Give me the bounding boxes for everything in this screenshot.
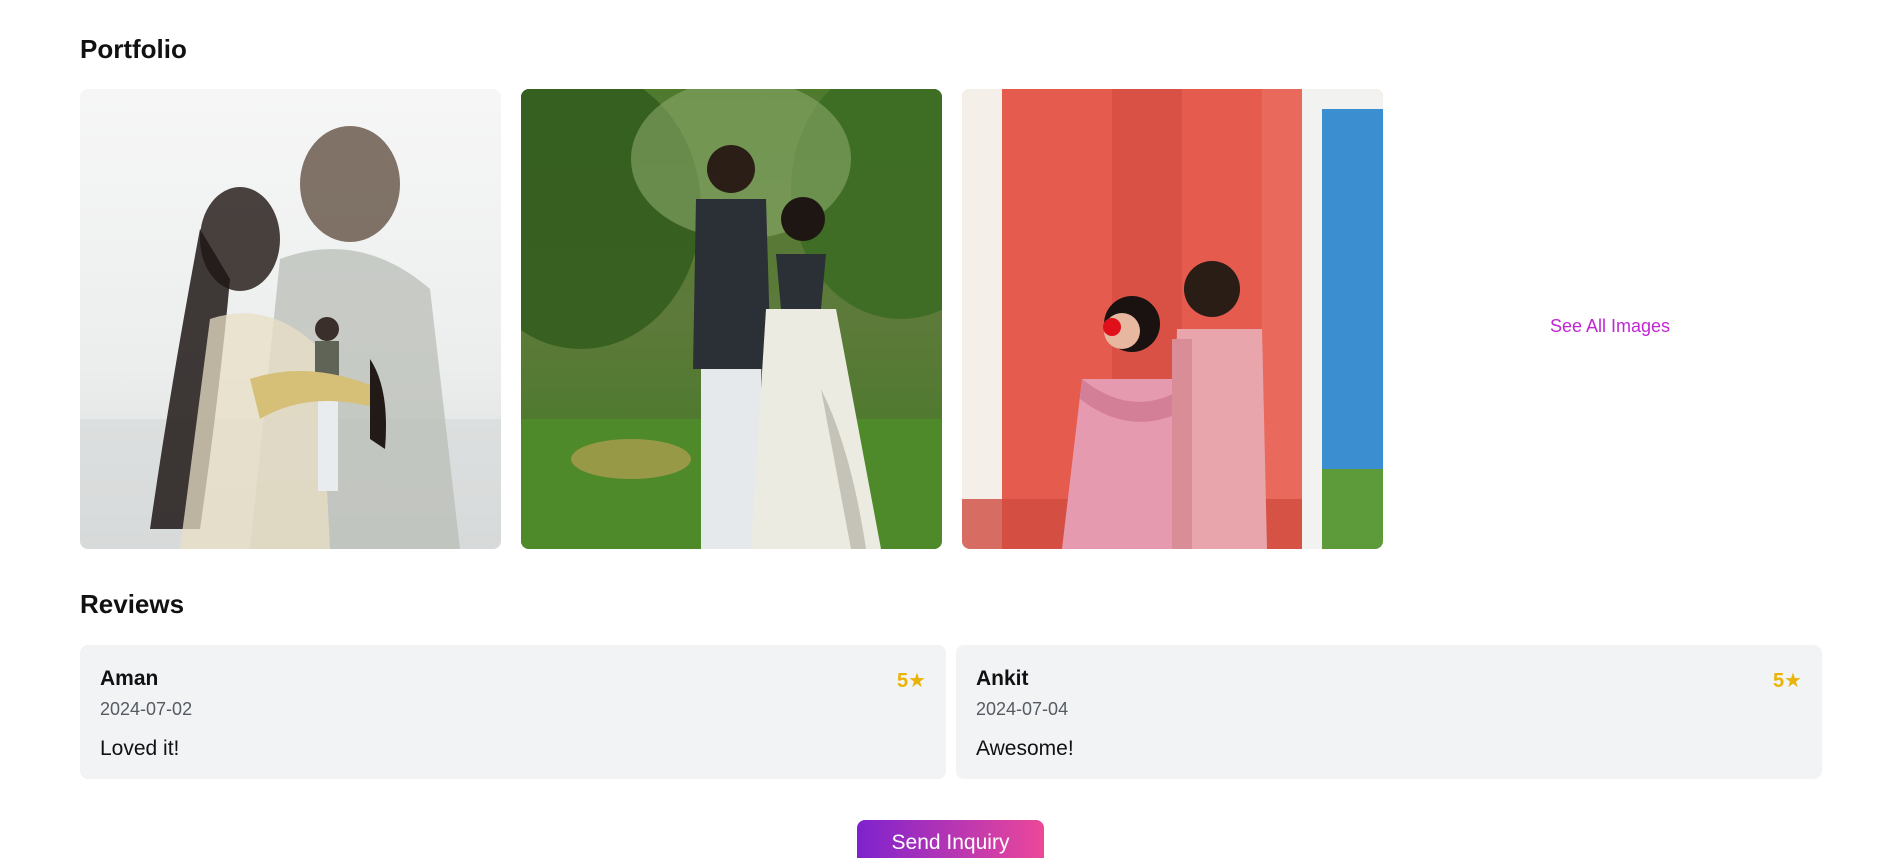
portfolio-image-3[interactable] xyxy=(962,89,1383,549)
reviewer-name: Ankit xyxy=(976,667,1029,690)
photo-couple-pink-wall xyxy=(962,89,1383,549)
review-text: Loved it! xyxy=(100,737,180,760)
photo-couple-garden xyxy=(521,89,942,549)
portfolio-image-2[interactable] xyxy=(521,89,942,549)
portfolio-image-1[interactable] xyxy=(80,89,501,549)
reviews-heading: Reviews xyxy=(80,589,185,619)
review-card: Aman 2024-07-02 Loved it! 5★ xyxy=(80,645,946,779)
review-card: Ankit 2024-07-04 Awesome! 5★ xyxy=(956,645,1822,779)
portfolio-gallery xyxy=(80,89,1383,549)
review-text: Awesome! xyxy=(976,737,1074,760)
portfolio-heading: Portfolio xyxy=(80,34,187,64)
review-date: 2024-07-02 xyxy=(100,699,193,719)
review-rating: 5★ xyxy=(896,670,926,692)
review-date: 2024-07-04 xyxy=(976,699,1069,719)
vendor-page: Portfolio See All Images Reviews Aman 20… xyxy=(0,0,1893,858)
reviewer-name: Aman xyxy=(100,667,159,690)
see-all-images-link[interactable]: See All Images xyxy=(1465,316,1755,337)
reviews-list: Aman 2024-07-02 Loved it! 5★ Ankit 2024-… xyxy=(80,645,1822,779)
send-inquiry-button[interactable]: Send Inquiry xyxy=(857,820,1044,858)
review-rating: 5★ xyxy=(1772,670,1802,692)
photo-couple-beach xyxy=(80,89,501,549)
